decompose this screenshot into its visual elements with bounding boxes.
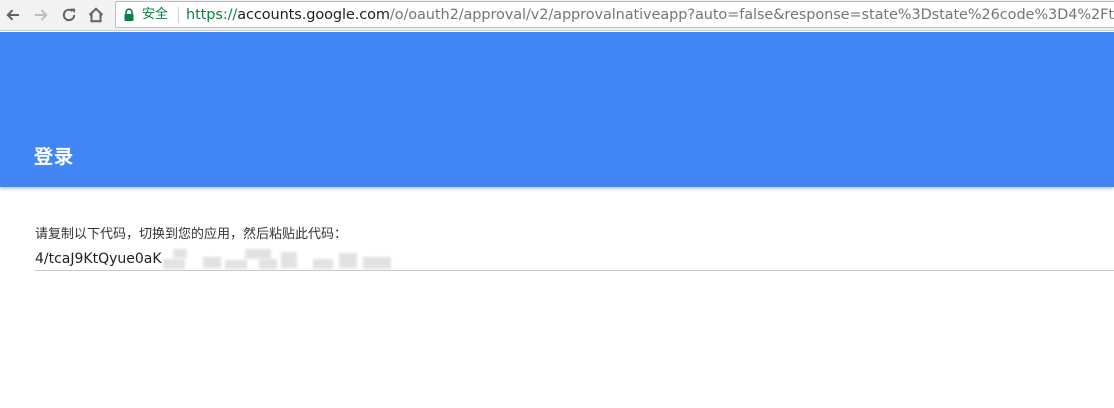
- address-bar[interactable]: 安全 https://accounts.google.com/o/oauth2/…: [115, 1, 1114, 28]
- home-icon: [88, 7, 104, 23]
- url-host: accounts.google.com: [237, 7, 390, 23]
- address-bar-divider: [178, 7, 179, 23]
- page-title: 登录: [34, 146, 75, 168]
- back-button[interactable]: [1, 3, 25, 27]
- arrow-right-icon: [35, 9, 48, 21]
- url-text: https://accounts.google.com/o/oauth2/app…: [186, 6, 1114, 24]
- instruction-text: 请复制以下代码，切换到您的应用，然后粘贴此代码：: [35, 227, 348, 242]
- code-value: 4/tcaJ9KtQyue0aK: [35, 251, 162, 267]
- url-path: /o/oauth2/approval/v2/approvalnativeapp?…: [389, 7, 1114, 23]
- code-field[interactable]: 4/tcaJ9KtQyue0aK: [35, 248, 1114, 271]
- reload-icon: [62, 8, 76, 22]
- url-scheme: https://: [186, 7, 238, 23]
- browser-toolbar: 安全 https://accounts.google.com/o/oauth2/…: [0, 0, 1114, 31]
- security-label: 安全: [142, 7, 169, 22]
- reload-button[interactable]: [57, 3, 81, 27]
- forward-button[interactable]: [29, 3, 53, 27]
- redacted-code-blur: [163, 249, 403, 269]
- lock-icon: [124, 8, 134, 21]
- arrow-left-icon: [6, 9, 19, 21]
- header-band: [0, 32, 1114, 187]
- home-button[interactable]: [84, 3, 108, 27]
